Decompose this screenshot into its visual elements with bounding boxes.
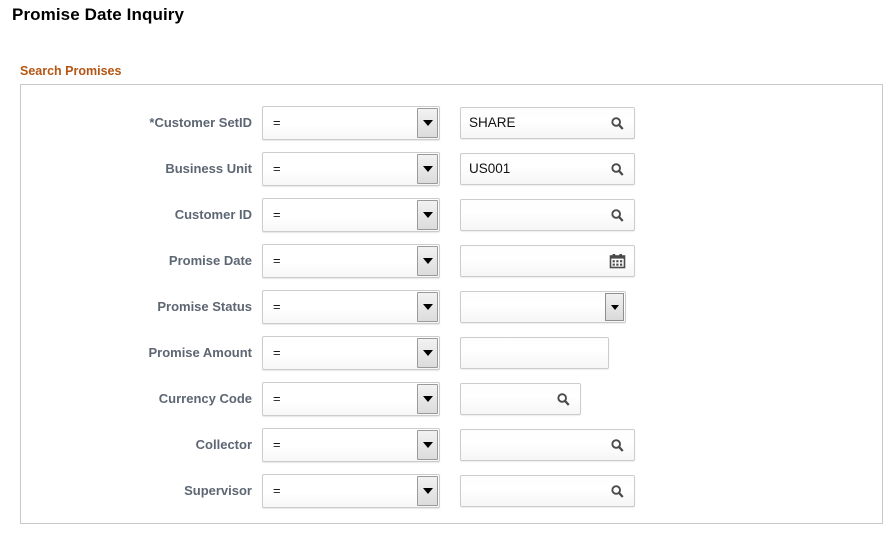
field-label: Promise Date [169,244,252,278]
search-criteria-row: Supervisor = [0,474,892,508]
chevron-down-icon[interactable] [417,338,438,368]
operator-value: = [273,245,281,277]
chevron-down-icon[interactable] [417,108,438,138]
operator-dropdown[interactable]: = [262,198,440,232]
operator-value: = [273,291,281,323]
caret-glyph [423,396,433,402]
operator-value: = [273,199,281,231]
caret-glyph [423,212,433,218]
operator-dropdown[interactable]: = [262,382,440,416]
field-label: Collector [196,428,252,462]
value-input[interactable] [460,337,609,369]
caret-glyph [423,350,433,356]
search-icon[interactable] [608,206,626,224]
field-label: Supervisor [184,474,252,508]
operator-dropdown[interactable]: = [262,428,440,462]
page-root: Promise Date Inquiry Search Promises *Cu… [0,0,892,540]
search-criteria-row: Promise Status = [0,290,892,324]
chevron-down-icon[interactable] [417,384,438,414]
caret-glyph [423,488,433,494]
group-box-label: Search Promises [20,64,121,78]
caret-glyph [423,258,433,264]
chevron-down-icon[interactable] [417,246,438,276]
value-input[interactable] [460,475,635,507]
value-dropdown[interactable] [460,291,626,323]
search-criteria-row: Business Unit = US001 [0,152,892,186]
operator-dropdown[interactable]: = [262,106,440,140]
field-label: Promise Amount [148,336,252,370]
value-input[interactable]: US001 [460,153,635,185]
value-input[interactable] [460,429,635,461]
search-criteria-row: Customer ID = [0,198,892,232]
search-criteria-row: Promise Date = [0,244,892,278]
operator-value: = [273,383,281,415]
caret-glyph [423,304,433,310]
calendar-icon[interactable] [608,252,626,270]
operator-value: = [273,337,281,369]
operator-dropdown[interactable]: = [262,152,440,186]
caret-glyph [423,442,433,448]
search-icon[interactable] [554,390,572,408]
chevron-down-icon[interactable] [417,200,438,230]
value-input[interactable] [460,199,635,231]
operator-dropdown[interactable]: = [262,244,440,278]
value-text: US001 [469,154,510,184]
value-input[interactable] [460,383,581,415]
operator-dropdown[interactable]: = [262,290,440,324]
caret-glyph [611,305,619,310]
search-icon[interactable] [608,114,626,132]
operator-dropdown[interactable]: = [262,336,440,370]
search-criteria-row: Promise Amount = [0,336,892,370]
field-label: Promise Status [157,290,252,324]
search-criteria-row: *Customer SetID = SHARE [0,106,892,140]
field-label: Customer ID [175,198,252,232]
value-input[interactable] [460,245,635,277]
page-title: Promise Date Inquiry [12,5,184,25]
operator-value: = [273,475,281,507]
search-criteria-row: Collector = [0,428,892,462]
chevron-down-icon[interactable] [417,154,438,184]
chevron-down-icon[interactable] [417,430,438,460]
operator-value: = [273,107,281,139]
search-icon[interactable] [608,436,626,454]
field-label: *Customer SetID [149,106,252,140]
field-label: Business Unit [165,152,252,186]
chevron-down-icon[interactable] [417,292,438,322]
chevron-down-icon[interactable] [417,476,438,506]
search-icon[interactable] [608,482,626,500]
operator-dropdown[interactable]: = [262,474,440,508]
caret-glyph [423,166,433,172]
field-label: Currency Code [159,382,252,416]
search-icon[interactable] [608,160,626,178]
operator-value: = [273,429,281,461]
value-input[interactable]: SHARE [460,107,635,139]
caret-glyph [423,120,433,126]
chevron-down-icon[interactable] [605,293,624,321]
search-criteria-row: Currency Code = [0,382,892,416]
operator-value: = [273,153,281,185]
value-text: SHARE [469,108,516,138]
